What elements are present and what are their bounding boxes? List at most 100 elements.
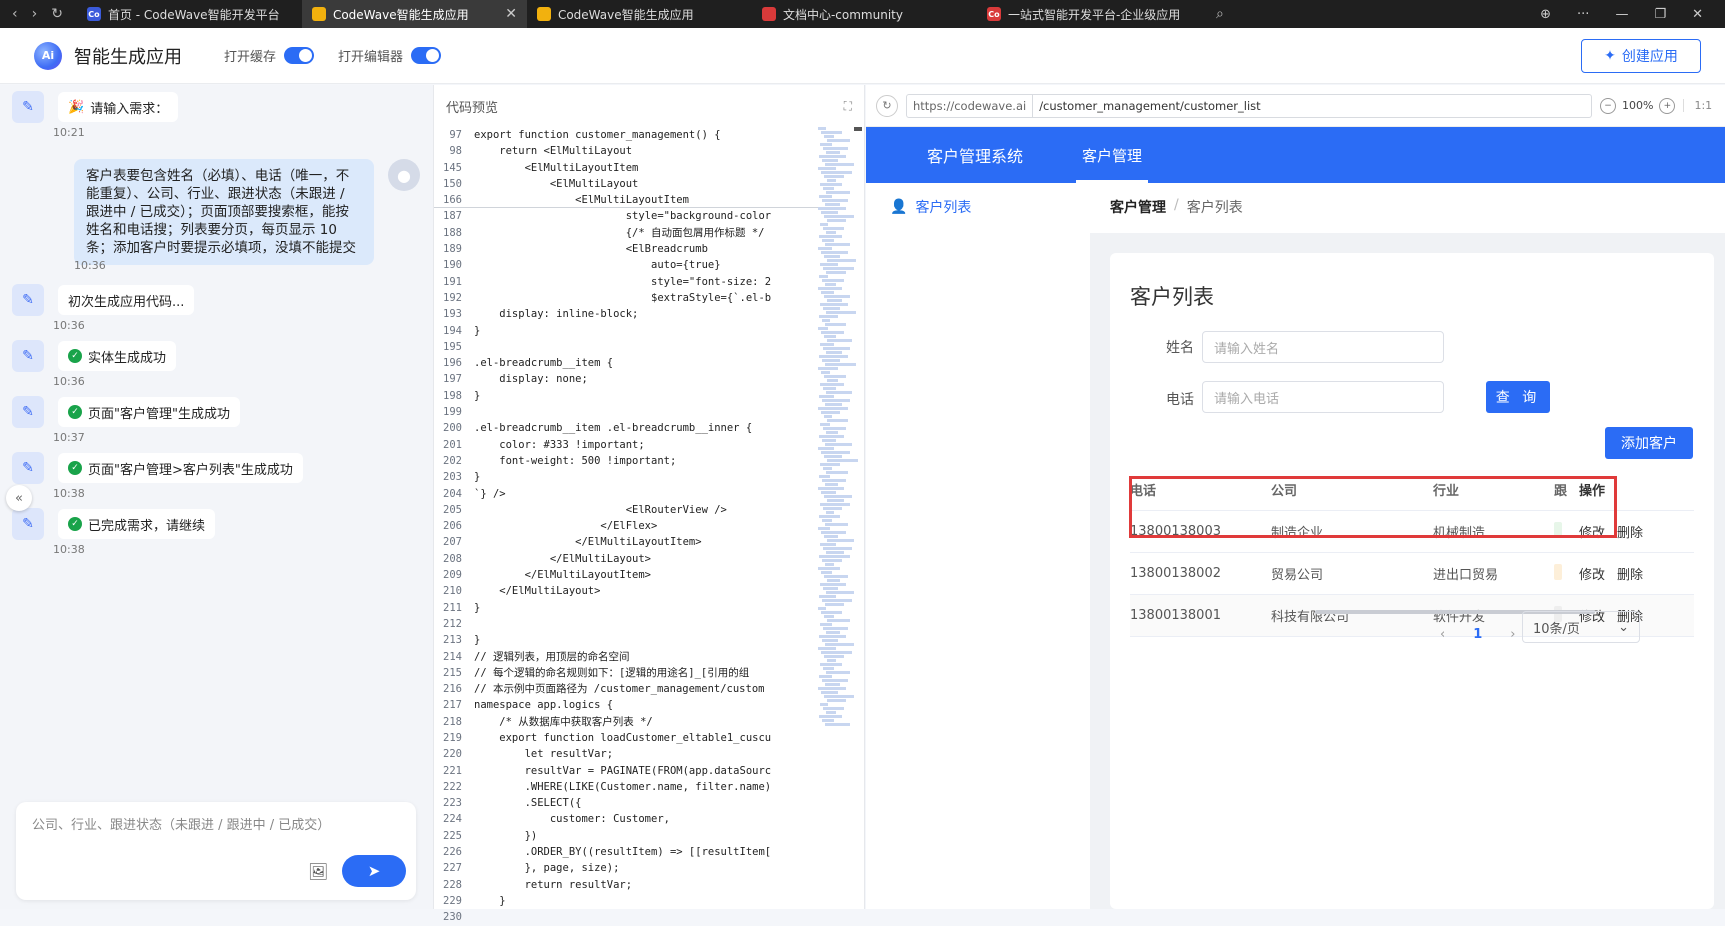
sparkle-icon: ✦: [1604, 47, 1616, 64]
code-text: }: [474, 471, 481, 484]
close-tab-icon[interactable]: ✕: [505, 6, 517, 22]
restore-icon[interactable]: ❐: [1654, 7, 1666, 22]
cache-toggle[interactable]: [284, 47, 315, 64]
ai-logo: Ai: [34, 41, 62, 70]
name-search-input[interactable]: 请输入姓名: [1202, 331, 1444, 363]
preview-url-bar: ↻ https://codewave.ai /customer_manageme…: [866, 85, 1725, 127]
cache-toggle-label: 打开缓存: [224, 50, 277, 65]
page-size-select[interactable]: 10条/页 ⌄: [1522, 611, 1640, 643]
query-button[interactable]: 查 询: [1486, 381, 1550, 413]
bot-avatar-icon: ✎: [12, 284, 44, 316]
minimap-line: [826, 671, 850, 674]
globe-icon[interactable]: ⊕: [1540, 7, 1551, 22]
minimap-line: [822, 479, 846, 482]
browser-tab[interactable]: CodeWave智能生成应用: [527, 0, 752, 28]
minimap-line: [823, 507, 842, 510]
reload-icon[interactable]: ↻: [51, 6, 63, 22]
minimize-icon[interactable]: —: [1615, 7, 1628, 22]
code-editor[interactable]: 97 export function customer_management() …: [434, 127, 819, 926]
create-app-button[interactable]: ✦ 创建应用: [1581, 38, 1701, 73]
edit-link[interactable]: 修改: [1579, 564, 1605, 583]
next-page-button[interactable]: ›: [1510, 627, 1515, 642]
preview-url-field[interactable]: https://codewave.ai /customer_management…: [906, 93, 1592, 118]
minimap-line: [821, 651, 852, 654]
minimap-line: [825, 523, 848, 526]
line-number: 189: [443, 243, 462, 256]
prev-page-button[interactable]: ‹: [1440, 627, 1445, 642]
delete-link[interactable]: 删除: [1617, 564, 1643, 583]
line-number: 217: [443, 699, 462, 712]
send-button[interactable]: ➤: [342, 855, 406, 887]
cell-phone: 13800138002: [1130, 566, 1221, 581]
collapse-panel-icon[interactable]: «: [6, 485, 32, 511]
minimap-line: [824, 575, 848, 578]
zoom-out-icon[interactable]: −: [1600, 97, 1616, 114]
message-time: 10:36: [53, 319, 85, 332]
fullscreen-icon[interactable]: ⛶: [844, 99, 852, 114]
minimap-line: [819, 355, 848, 358]
phone-search-input[interactable]: 请输入电话: [1202, 381, 1444, 413]
line-number: 191: [443, 275, 462, 288]
line-number: 204: [443, 487, 462, 500]
code-line: 206 </ElFlex>: [434, 518, 819, 534]
browser-tab[interactable]: Co 首页 - CodeWave智能开发平台: [77, 0, 302, 28]
window-controls: ⊕ ··· — ❐ ✕: [1540, 7, 1725, 22]
send-icon: ➤: [367, 862, 381, 880]
line-number: 220: [443, 748, 462, 761]
tab-search-icon[interactable]: ⌕: [1202, 6, 1238, 22]
line-number: 188: [443, 226, 462, 239]
line-number: 216: [443, 683, 462, 696]
page-number[interactable]: 1: [1473, 627, 1482, 642]
minimap-line: [826, 471, 848, 474]
more-icon[interactable]: ···: [1577, 7, 1589, 22]
ratio-button[interactable]: 1:1: [1683, 99, 1712, 112]
code-line: 223 .SELECT({: [434, 795, 819, 811]
success-check-icon: ✓: [68, 405, 82, 419]
minimap-line: [827, 219, 846, 222]
minimap-line: [824, 535, 838, 538]
chat-input[interactable]: 公司、行业、跟进状态（未跟进 / 跟进中 / 已成交） 🖼 ➤: [16, 802, 416, 900]
minimap-line: [827, 499, 844, 502]
code-text: // 本示例中页面路径为 /customer_management/custom: [474, 683, 765, 696]
minimap-line: [820, 343, 834, 346]
preview-reload-icon[interactable]: ↻: [876, 94, 898, 117]
add-customer-button[interactable]: 添加客户: [1605, 427, 1693, 459]
line-number: 229: [443, 894, 462, 907]
line-number: 207: [443, 536, 462, 549]
code-scrollbar[interactable]: [854, 127, 862, 131]
back-icon[interactable]: ‹: [12, 6, 18, 22]
delete-link[interactable]: 删除: [1617, 522, 1643, 541]
editor-toggle[interactable]: [411, 47, 442, 64]
code-text: // 每个逻辑的命名规则如下：[逻辑的用途名]_[引用的组: [474, 666, 750, 679]
line-number: 224: [443, 813, 462, 826]
browser-tab[interactable]: Co 一站式智能开发平台-企业级应用: [977, 0, 1202, 28]
code-text: </ElMultiLayoutItem>: [474, 536, 702, 549]
highlight-box: [1129, 476, 1617, 538]
minimap-line: [819, 395, 834, 398]
bot-message: ✎ 初次生成应用代码...: [12, 284, 195, 316]
tab-title: CodeWave智能生成应用: [557, 7, 694, 22]
cell-phone: 13800138001: [1130, 608, 1221, 623]
code-line: 205 <ElRouterView />: [434, 502, 819, 518]
code-line: 187 style="background-color: [434, 208, 819, 224]
forward-icon[interactable]: ›: [32, 6, 38, 22]
bot-message-bubble: 初次生成应用代码...: [58, 285, 195, 315]
zoom-in-icon[interactable]: +: [1659, 97, 1676, 114]
browser-tab[interactable]: 文档中心-community: [752, 0, 977, 28]
bot-message: ✎ ✓ 页面"客户管理>客户列表"生成成功: [12, 452, 303, 484]
browser-tab[interactable]: CodeWave智能生成应用 ✕: [301, 0, 527, 28]
phone-label: 电话: [1166, 392, 1194, 408]
minimap-line: [821, 331, 844, 334]
minimap-line: [823, 427, 846, 430]
code-text: {/* 自动面包屑用作标题 */: [474, 226, 765, 239]
sidebar-item-customer-list[interactable]: 👤 客户列表: [890, 197, 971, 217]
code-text: export function customer_management() {: [474, 129, 721, 141]
close-window-icon[interactable]: ✕: [1692, 7, 1703, 22]
nav-tab-customer-management[interactable]: 客户管理: [1062, 127, 1162, 183]
code-minimap[interactable]: [818, 127, 858, 787]
minimap-line: [823, 587, 838, 590]
minimap-line: [823, 307, 840, 310]
minimap-line: [826, 431, 838, 434]
image-upload-icon[interactable]: 🖼: [308, 862, 330, 882]
breadcrumb-item[interactable]: 客户管理: [1110, 197, 1166, 217]
